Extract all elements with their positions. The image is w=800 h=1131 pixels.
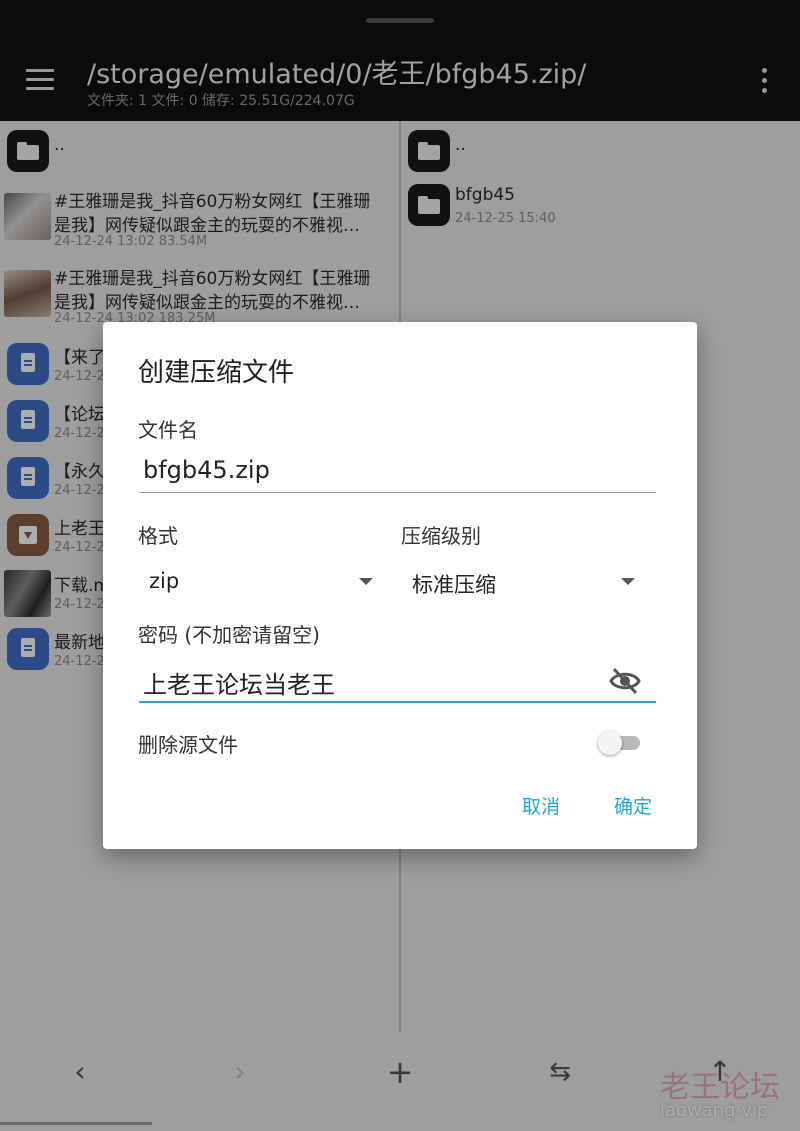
confirm-button[interactable]: 确定: [614, 792, 652, 819]
password-label: 密码 (不加密请留空): [138, 623, 320, 647]
filename-label: 文件名: [138, 418, 198, 442]
chevron-down-icon: [359, 578, 373, 585]
delete-source-label: 删除源文件: [138, 733, 238, 757]
create-archive-dialog: 创建压缩文件 文件名 bfgb45.zip 格式 压缩级别 zip 标准压缩 密…: [103, 322, 697, 849]
cancel-button[interactable]: 取消: [522, 792, 560, 819]
dialog-title: 创建压缩文件: [138, 358, 295, 388]
password-input[interactable]: 上老王论坛当老王: [143, 665, 335, 700]
level-value: 标准压缩: [412, 573, 496, 597]
eye-off-icon[interactable]: [608, 666, 642, 696]
delete-source-toggle[interactable]: [598, 727, 646, 759]
level-label: 压缩级别: [401, 524, 481, 548]
chevron-down-icon: [621, 578, 635, 585]
filename-underline: [139, 492, 656, 493]
format-value: zip: [149, 569, 180, 593]
password-underline: [139, 701, 656, 703]
toggle-thumb: [598, 731, 622, 755]
format-label: 格式: [138, 524, 178, 548]
filename-input[interactable]: bfgb45.zip: [143, 456, 270, 484]
